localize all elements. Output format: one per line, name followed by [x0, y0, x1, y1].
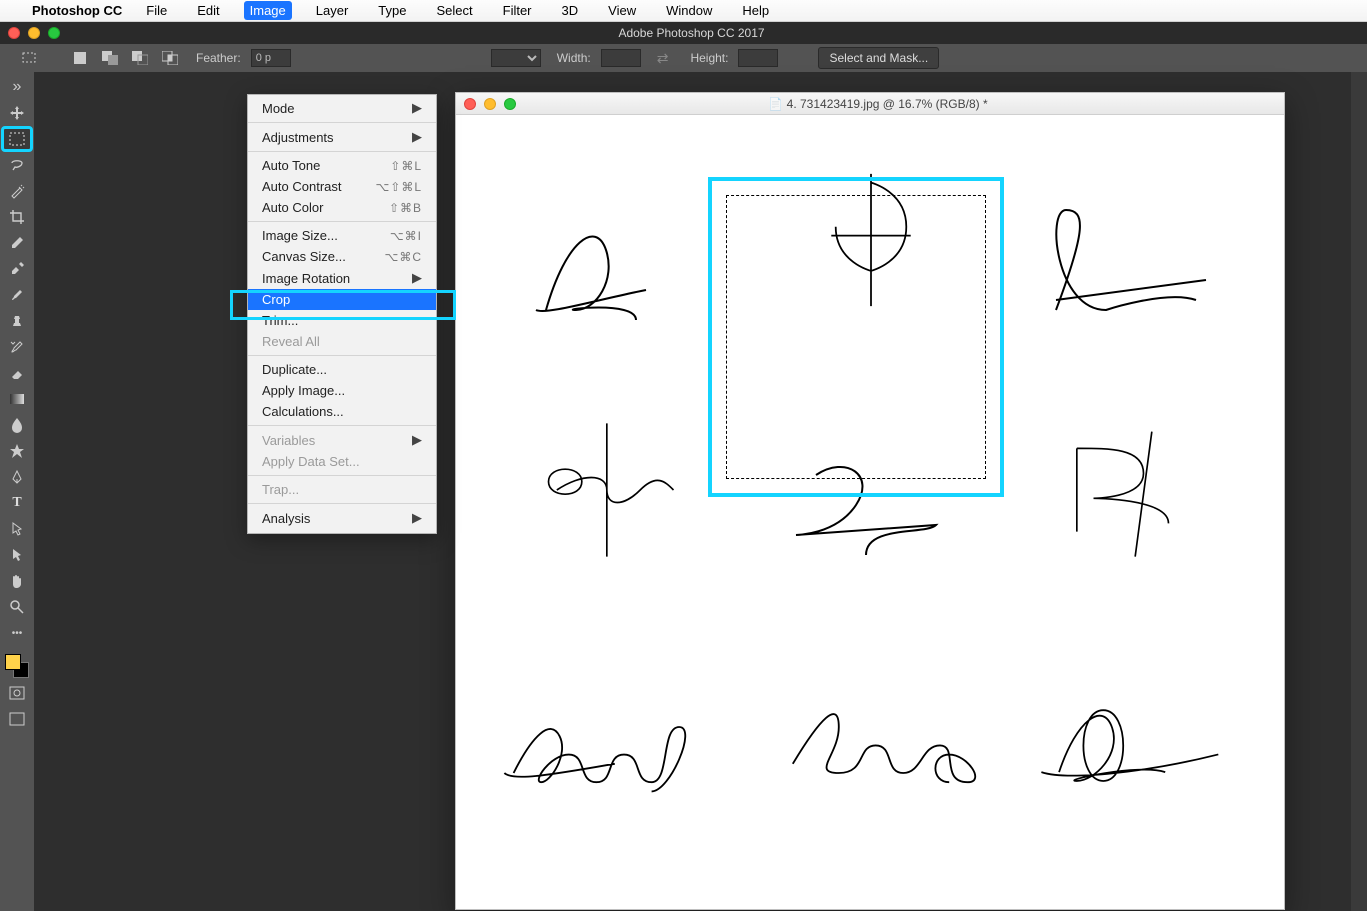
type-tool[interactable]: T	[3, 492, 31, 514]
menu-item-reveal-all: Reveal All	[248, 331, 436, 352]
document-window: 📄 4. 731423419.jpg @ 16.7% (RGB/8) *	[455, 92, 1285, 910]
menu-view[interactable]: View	[602, 1, 642, 20]
style-select[interactable]	[491, 49, 541, 67]
minimize-icon[interactable]	[28, 27, 40, 39]
menu-help[interactable]: Help	[736, 1, 775, 20]
document-title: 📄 4. 731423419.jpg @ 16.7% (RGB/8) *	[464, 97, 1292, 111]
menu-item-auto-color[interactable]: Auto Color⇧⌘B	[248, 197, 436, 218]
select-and-mask-button[interactable]: Select and Mask...	[818, 47, 939, 69]
magic-wand-tool[interactable]	[3, 180, 31, 202]
collapse-toolbar-icon[interactable]: »	[3, 76, 31, 98]
swap-dimensions-icon[interactable]: ⇄	[651, 50, 675, 67]
intersect-selection-icon[interactable]	[160, 49, 180, 67]
signature-6	[1016, 415, 1246, 565]
height-input[interactable]	[738, 49, 778, 67]
width-label: Width:	[557, 51, 591, 65]
menu-window[interactable]: Window	[660, 1, 718, 20]
menu-item-duplicate[interactable]: Duplicate...	[248, 359, 436, 380]
menu-item-mode[interactable]: Mode▶	[248, 97, 436, 119]
menu-item-variables: Variables▶	[248, 429, 436, 451]
path-selection-tool[interactable]	[3, 518, 31, 540]
menu-item-adjustments[interactable]: Adjustments▶	[248, 126, 436, 148]
rectangular-marquee-tool[interactable]	[3, 128, 31, 150]
tools-panel: » T •••	[0, 72, 34, 911]
app-window-title: Adobe Photoshop CC 2017	[8, 26, 1367, 40]
subtract-selection-icon[interactable]	[130, 49, 150, 67]
signature-9	[1006, 675, 1236, 825]
blur-tool[interactable]	[3, 414, 31, 436]
menu-image[interactable]: Image	[244, 1, 292, 20]
maximize-icon[interactable]	[48, 27, 60, 39]
menu-item-apply-image[interactable]: Apply Image...	[248, 380, 436, 401]
window-controls	[8, 27, 60, 39]
toolbar-more-icon[interactable]: •••	[3, 622, 31, 644]
healing-brush-tool[interactable]	[3, 258, 31, 280]
eraser-tool[interactable]	[3, 362, 31, 384]
menu-item-canvas-size[interactable]: Canvas Size...⌥⌘C	[248, 246, 436, 267]
menu-item-trap: Trap...	[248, 479, 436, 500]
menu-filter[interactable]: Filter	[497, 1, 538, 20]
dodge-tool[interactable]	[3, 440, 31, 462]
signature-1	[496, 190, 726, 340]
marquee-selection	[726, 195, 986, 479]
image-menu-dropdown: Mode▶ Adjustments▶ Auto Tone⇧⌘LAuto Contra…	[247, 94, 437, 534]
options-bar: Feather: Width: ⇄ Height: Select and Mas…	[0, 44, 1367, 72]
foreground-color-swatch[interactable]	[5, 654, 21, 670]
gradient-tool[interactable]	[3, 388, 31, 410]
menu-edit[interactable]: Edit	[191, 1, 225, 20]
height-label: Height:	[690, 51, 728, 65]
screen-mode-icon[interactable]	[3, 708, 31, 730]
clone-stamp-tool[interactable]	[3, 310, 31, 332]
menu-item-auto-tone[interactable]: Auto Tone⇧⌘L	[248, 155, 436, 176]
hand-tool[interactable]	[3, 570, 31, 592]
menu-item-auto-contrast[interactable]: Auto Contrast⌥⇧⌘L	[248, 176, 436, 197]
eyedropper-tool[interactable]	[3, 232, 31, 254]
move-tool[interactable]	[3, 102, 31, 124]
brush-tool[interactable]	[3, 284, 31, 306]
document-titlebar[interactable]: 📄 4. 731423419.jpg @ 16.7% (RGB/8) *	[456, 93, 1284, 115]
add-selection-icon[interactable]	[100, 49, 120, 67]
menu-type[interactable]: Type	[372, 1, 412, 20]
menu-item-calculations[interactable]: Calculations...	[248, 401, 436, 422]
history-brush-tool[interactable]	[3, 336, 31, 358]
zoom-tool[interactable]	[3, 596, 31, 618]
menu-item-trim[interactable]: Trim...	[248, 310, 436, 331]
menu-item-image-size[interactable]: Image Size...⌥⌘I	[248, 225, 436, 246]
crop-tool[interactable]	[3, 206, 31, 228]
menu-item-image-rotation[interactable]: Image Rotation▶	[248, 267, 436, 289]
menu-file[interactable]: File	[140, 1, 173, 20]
feather-input[interactable]	[251, 49, 291, 67]
tool-preset-icon[interactable]	[20, 49, 40, 67]
signature-8	[756, 675, 986, 825]
menu-item-apply-data-set: Apply Data Set...	[248, 451, 436, 472]
width-input[interactable]	[601, 49, 641, 67]
mac-menubar: Photoshop CC File Edit Image Layer Type …	[0, 0, 1367, 22]
color-swatches[interactable]	[5, 654, 29, 678]
app-body: » T ••• Mode▶Adjustments▶Auto Tone⇧⌘LAut…	[0, 72, 1367, 911]
direct-selection-tool[interactable]	[3, 544, 31, 566]
app-window-titlebar: Adobe Photoshop CC 2017	[0, 22, 1367, 44]
signature-4	[496, 415, 726, 565]
right-panel-strip[interactable]	[1351, 72, 1367, 911]
canvas[interactable]	[456, 115, 1284, 909]
pen-tool[interactable]	[3, 466, 31, 488]
menu-item-crop[interactable]: Crop	[248, 289, 436, 310]
quick-mask-icon[interactable]	[3, 682, 31, 704]
menu-3d[interactable]: 3D	[556, 1, 585, 20]
close-icon[interactable]	[8, 27, 20, 39]
menu-layer[interactable]: Layer	[310, 1, 355, 20]
feather-label: Feather:	[196, 51, 241, 65]
new-selection-icon[interactable]	[70, 49, 90, 67]
menu-item-analysis[interactable]: Analysis▶	[248, 507, 436, 529]
signature-3	[1016, 190, 1246, 340]
signature-7	[486, 675, 716, 825]
menu-select[interactable]: Select	[430, 1, 478, 20]
app-name[interactable]: Photoshop CC	[32, 3, 122, 18]
lasso-tool[interactable]	[3, 154, 31, 176]
